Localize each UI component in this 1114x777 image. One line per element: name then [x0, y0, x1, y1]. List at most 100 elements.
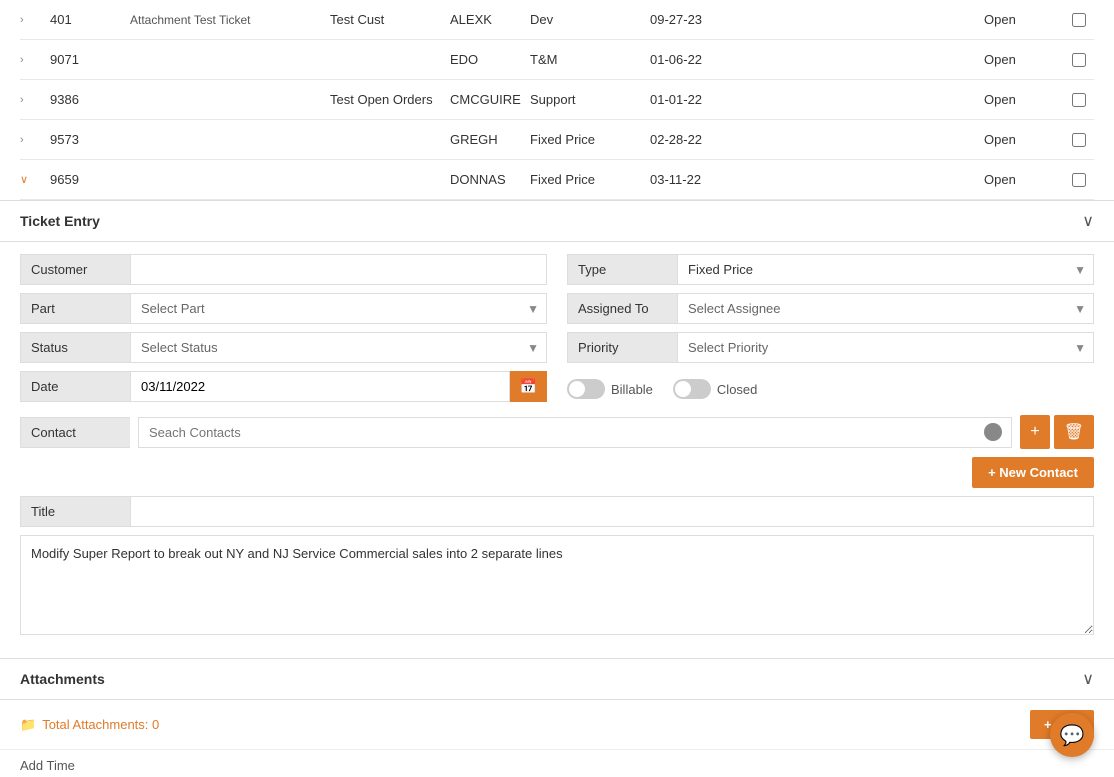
part-label: Part: [20, 293, 130, 324]
add-time-label: Add Time: [20, 758, 75, 773]
status-field-row: Status Select Status ▼: [20, 332, 547, 363]
billable-toggle[interactable]: [567, 379, 605, 399]
ticket-status: Open: [984, 52, 1064, 67]
ticket-id: 401: [50, 12, 130, 27]
ticket-status: Open: [984, 132, 1064, 147]
total-attachments-label: Total Attachments: 0: [42, 717, 159, 732]
closed-toggle-item: Closed: [673, 379, 757, 399]
status-label: Status: [20, 332, 130, 363]
customer-label: Customer: [20, 254, 130, 285]
date-input-wrapper: 📅: [130, 371, 547, 402]
type-label: Type: [567, 254, 677, 285]
chat-bubble-button[interactable]: 💬: [1050, 713, 1094, 757]
priority-select[interactable]: Select Priority: [677, 332, 1094, 363]
ticket-checkbox[interactable]: [1064, 173, 1094, 187]
part-select-wrapper: Select Part ▼: [130, 293, 547, 324]
customer-field-row: Customer: [20, 254, 547, 285]
ticket-rep: ALEXK: [450, 12, 530, 27]
assigned-to-select-wrapper: Select Assignee ▼: [677, 293, 1094, 324]
ticket-checkbox[interactable]: [1064, 53, 1094, 67]
new-contact-button[interactable]: + New Contact: [972, 457, 1094, 488]
type-select-wrapper: Fixed Price T&M Support ▼: [677, 254, 1094, 285]
billable-toggle-item: Billable: [567, 379, 653, 399]
part-field-row: Part Select Part ▼: [20, 293, 547, 324]
row-chevron[interactable]: ›: [20, 94, 50, 106]
ticket-id: 9573: [50, 132, 130, 147]
ticket-desc: Attachment Test Ticket: [130, 13, 330, 27]
ticket-rep: CMCGUIRE: [450, 92, 530, 107]
priority-label: Priority: [567, 332, 677, 363]
closed-label: Closed: [717, 382, 757, 397]
title-label: Title: [20, 496, 130, 527]
assigned-to-select[interactable]: Select Assignee: [677, 293, 1094, 324]
total-attachments: 📁 Total Attachments: 0: [20, 717, 159, 733]
row-chevron[interactable]: ›: [20, 134, 50, 146]
description-textarea[interactable]: Modify Super Report to break out NY and …: [20, 535, 1094, 635]
contact-input[interactable]: [138, 417, 1012, 448]
contact-input-wrapper: [138, 417, 1012, 448]
type-field-row: Type Fixed Price T&M Support ▼: [567, 254, 1094, 285]
contact-label: Contact: [20, 417, 130, 448]
ticket-type: Support: [530, 92, 650, 107]
attachments-body: 📁 Total Attachments: 0 + Add: [0, 700, 1114, 749]
closed-toggle-knob: [675, 381, 691, 397]
ticket-entry-header[interactable]: Ticket Entry ∨: [0, 200, 1114, 242]
ticket-type: Fixed Price: [530, 132, 650, 147]
customer-input[interactable]: [130, 254, 547, 285]
date-label: Date: [20, 371, 130, 402]
ticket-type: Dev: [530, 12, 650, 27]
ticket-date: 03-11-22: [650, 172, 770, 187]
closed-toggle[interactable]: [673, 379, 711, 399]
ticket-entry-form: Customer Part Select Part ▼: [0, 242, 1114, 650]
assigned-to-label: Assigned To: [567, 293, 677, 324]
row-chevron[interactable]: ›: [20, 54, 50, 66]
attachments-collapse-icon: ∨: [1082, 669, 1094, 689]
ticket-customer: Test Cust: [330, 12, 450, 27]
row-chevron[interactable]: ›: [20, 14, 50, 26]
ticket-id: 9386: [50, 92, 130, 107]
attachments-section: Attachments ∨ 📁 Total Attachments: 0 + A…: [0, 658, 1114, 749]
ticket-checkbox[interactable]: [1064, 93, 1094, 107]
chat-icon: 💬: [1060, 723, 1085, 748]
status-select[interactable]: Select Status: [130, 332, 547, 363]
ticket-entry-collapse-icon: ∨: [1082, 211, 1094, 231]
ticket-date: 09-27-23: [650, 12, 770, 27]
toggles-row: Billable Closed: [567, 371, 1094, 407]
ticket-checkbox[interactable]: [1064, 13, 1094, 27]
ticket-type: Fixed Price: [530, 172, 650, 187]
ticket-date: 01-01-22: [650, 92, 770, 107]
ticket-status: Open: [984, 172, 1064, 187]
part-select[interactable]: Select Part: [130, 293, 547, 324]
ticket-status: Open: [984, 12, 1064, 27]
add-contact-button[interactable]: +: [1020, 415, 1049, 449]
attachments-header[interactable]: Attachments ∨: [0, 658, 1114, 700]
ticket-id: 9071: [50, 52, 130, 67]
ticket-checkbox[interactable]: [1064, 133, 1094, 147]
type-select[interactable]: Fixed Price T&M Support: [677, 254, 1094, 285]
table-row: › 9386 Test Open Orders CMCGUIRE Support…: [20, 80, 1094, 120]
priority-field-row: Priority Select Priority ▼: [567, 332, 1094, 363]
table-row: › 9573 GREGH Fixed Price 02-28-22 Open: [20, 120, 1094, 160]
ticket-customer: Test Open Orders: [330, 92, 450, 107]
priority-select-wrapper: Select Priority ▼: [677, 332, 1094, 363]
delete-contact-button[interactable]: 🗑: [1054, 415, 1094, 449]
title-row: Title: [20, 496, 1094, 527]
calendar-button[interactable]: 📅: [510, 371, 547, 402]
assigned-to-field-row: Assigned To Select Assignee ▼: [567, 293, 1094, 324]
ticket-rep: EDO: [450, 52, 530, 67]
title-input[interactable]: [130, 496, 1094, 527]
ticket-entry-title: Ticket Entry: [20, 213, 100, 229]
ticket-type: T&M: [530, 52, 650, 67]
ticket-date: 02-28-22: [650, 132, 770, 147]
row-chevron[interactable]: ∨: [20, 173, 50, 186]
date-input[interactable]: [130, 371, 510, 402]
ticket-rep: DONNAS: [450, 172, 530, 187]
contact-row: Contact + 🗑: [20, 415, 1094, 449]
table-row: › 401 Attachment Test Ticket Test Cust A…: [20, 0, 1094, 40]
attachments-title: Attachments: [20, 671, 105, 687]
contact-actions: + 🗑: [1020, 415, 1094, 449]
ticket-status: Open: [984, 92, 1064, 107]
ticket-rep: GREGH: [450, 132, 530, 147]
billable-label: Billable: [611, 382, 653, 397]
table-row: › 9071 EDO T&M 01-06-22 Open: [20, 40, 1094, 80]
